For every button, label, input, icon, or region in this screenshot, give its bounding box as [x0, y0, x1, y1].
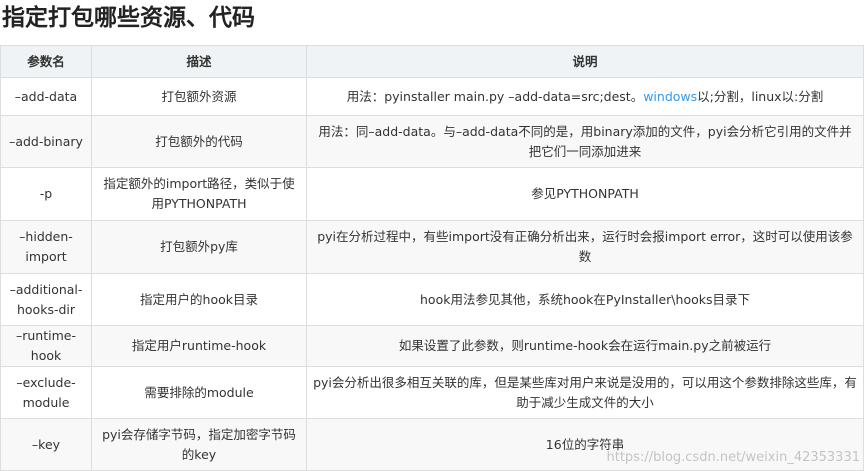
table-row: –runtime-hook 指定用户runtime-hook 如果设置了此参数，…: [0, 325, 864, 367]
page-title: 指定打包哪些资源、代码: [2, 5, 255, 31]
table-row: –add-binary 打包额外的代码 用法：同–add-data。与–add-…: [0, 115, 864, 168]
explanation-text: 用法：pyinstaller main.py –add-data=src;des…: [346, 88, 644, 104]
explanation-cell: 用法：同–add-data。与–add-data不同的是，用binary添加的文…: [306, 115, 864, 168]
param-cell: –hidden-import: [0, 220, 92, 274]
param-cell: -p: [0, 167, 92, 221]
param-cell: –add-data: [0, 77, 92, 116]
explanation-cell: 参见PYTHONPATH: [306, 167, 864, 221]
description-cell: 打包额外py库: [91, 220, 307, 274]
description-cell: 打包额外的代码: [91, 115, 307, 168]
explanation-cell: 用法：pyinstaller main.py –add-data=src;des…: [306, 77, 864, 116]
param-cell: –key: [0, 418, 92, 471]
explanation-cell: pyi会分析出很多相互关联的库，但是某些库对用户来说是没用的，可以用这个参数排除…: [306, 366, 864, 419]
windows-link[interactable]: windows: [643, 89, 697, 104]
explanation-text-tail: 以;分割，linux以:分割: [697, 88, 824, 104]
param-cell: –add-binary: [0, 115, 92, 168]
table-row: –add-data 打包额外资源 用法：pyinstaller main.py …: [0, 77, 864, 116]
param-cell: –exclude-module: [0, 366, 92, 419]
table-row: –exclude-module 需要排除的module pyi会分析出很多相互关…: [0, 366, 864, 419]
watermark-text: https://blog.csdn.net/weixin_42353331: [606, 450, 860, 465]
header-explanation: 说明: [306, 45, 864, 78]
param-cell: –additional-hooks-dir: [0, 273, 92, 326]
description-cell: 打包额外资源: [91, 77, 307, 116]
param-cell: –runtime-hook: [0, 325, 92, 367]
parameters-table: 参数名 描述 说明 –add-data 打包额外资源 用法：pyinstalle…: [0, 45, 864, 471]
description-cell: 指定额外的import路径，类似于使用PYTHONPATH: [91, 167, 307, 221]
explanation-cell: 如果设置了此参数，则runtime-hook会在运行main.py之前被运行: [306, 325, 864, 367]
description-cell: 需要排除的module: [91, 366, 307, 419]
table-header-row: 参数名 描述 说明: [0, 45, 864, 78]
explanation-cell: pyi在分析过程中，有些import没有正确分析出来，运行时会报import e…: [306, 220, 864, 274]
table-row: -p 指定额外的import路径，类似于使用PYTHONPATH 参见PYTHO…: [0, 167, 864, 221]
table-row: –additional-hooks-dir 指定用户的hook目录 hook用法…: [0, 273, 864, 326]
description-cell: pyi会存储字节码，指定加密字节码的key: [91, 418, 307, 471]
header-param-name: 参数名: [0, 45, 92, 78]
explanation-cell: hook用法参见其他，系统hook在PyInstaller\hooks目录下: [306, 273, 864, 326]
description-cell: 指定用户的hook目录: [91, 273, 307, 326]
description-cell: 指定用户runtime-hook: [91, 325, 307, 367]
table-row: –hidden-import 打包额外py库 pyi在分析过程中，有些impor…: [0, 220, 864, 274]
header-description: 描述: [91, 45, 307, 78]
